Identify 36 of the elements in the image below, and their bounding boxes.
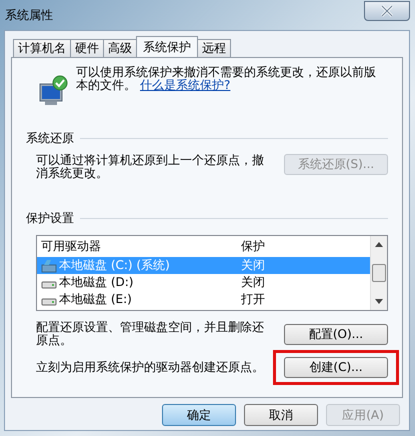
action-button[interactable]: 创建(C)... <box>284 357 388 378</box>
intro-text: 可以使用系统保护来撤消不需要的系统更改，还原以前版本的文件。 什么是系统保护? <box>76 66 376 94</box>
protection-status: 打开 <box>240 291 265 308</box>
close-icon <box>380 5 394 17</box>
scroll-down-icon[interactable] <box>375 299 383 304</box>
tab[interactable]: 硬件 <box>70 39 104 57</box>
window-title: 系统属性 <box>4 6 53 24</box>
tab[interactable]: 远程 <box>197 39 231 57</box>
help-link[interactable]: 什么是系统保护? <box>140 78 230 92</box>
column-header[interactable]: 可用驱动器 <box>37 238 237 255</box>
dialog-button[interactable]: 确定 <box>162 404 236 426</box>
protection-status: 关闭 <box>240 274 265 291</box>
drive-row[interactable]: 本地磁盘 (D:) 关闭 <box>37 274 370 291</box>
action-description: 立刻为启用系统保护的驱动器创建还原点。 <box>36 361 265 374</box>
dialog-button[interactable]: 取消 <box>244 404 318 426</box>
action-button[interactable]: 配置(O)... <box>284 324 388 344</box>
protection-status: 关闭 <box>240 257 265 274</box>
tab[interactable]: 高级 <box>103 39 137 57</box>
drive-name: 本地磁盘 (D:) <box>59 274 134 291</box>
restore-description: 可以通过将计算机还原到上一个还原点，撤消系统更改。 <box>36 154 265 180</box>
scroll-thumb[interactable] <box>372 264 386 282</box>
action-description: 配置还原设置、管理磁盘空间，并且删除还原点。 <box>36 321 265 347</box>
scroll-up-icon[interactable] <box>375 242 383 247</box>
column-header[interactable]: 保护 <box>237 238 265 255</box>
section-heading: 系统还原 <box>26 130 74 147</box>
drive-name: 本地磁盘 (E:) <box>59 291 132 308</box>
hard-drive-icon <box>41 281 57 289</box>
hard-drive-icon <box>41 298 57 306</box>
tab[interactable]: 系统保护 <box>136 36 198 57</box>
close-button[interactable] <box>364 1 410 21</box>
section-heading: 保护设置 <box>26 210 74 227</box>
system-drive-icon <box>41 258 57 272</box>
drive-name: 本地磁盘 (C:) (系统) <box>59 257 170 274</box>
scrollbar[interactable] <box>370 236 387 310</box>
tab[interactable]: 计算机名 <box>13 39 71 57</box>
drive-row[interactable]: 本地磁盘 (E:) 打开 <box>37 291 370 308</box>
